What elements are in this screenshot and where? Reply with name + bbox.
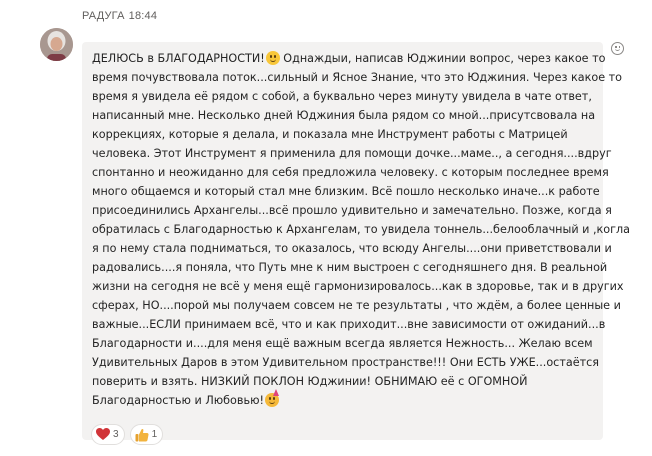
heart-reaction[interactable]: 3 (91, 424, 125, 445)
message-line: важные...ЕСЛИ принимаем всё, что и как п… (92, 318, 606, 331)
add-reaction-icon[interactable] (611, 42, 624, 55)
message-line: время почувствовала поток...сильный и Яс… (92, 71, 622, 84)
message-line: жизни на сегодня не всё у меня ещё гармо… (92, 280, 624, 293)
message-time: 18:44 (128, 10, 158, 22)
message-line: много общаемся и который стал мне близки… (92, 185, 600, 198)
message-header: РАДУГА 18:44 (82, 10, 157, 22)
message-line: присоединились Архангелы...всё прошло уд… (92, 204, 612, 217)
message-line: поверить и взять. НИЗКИЙ ПОКЛОН Юджинии!… (92, 375, 528, 388)
message-line: обратилась с Благодарностью к Архангелам… (92, 223, 631, 236)
message-line: человека. Этот Инструмент я применила дл… (92, 147, 612, 160)
partying-face-emoji-icon (264, 389, 279, 407)
sender-name[interactable]: РАДУГА (82, 10, 125, 22)
message-body: ДЕЛЮСЬ в БЛАГОДАРНОСТИ! Однаждыи, написа… (92, 49, 631, 410)
smiling-face-emoji-icon (265, 51, 280, 65)
message-line: время я увидела её рядом с собой, а букв… (92, 90, 592, 103)
message-line: Удивительных Даров в этом Удивительном п… (92, 356, 599, 369)
message-line: сферах, НО....порой мы получаем совсем н… (92, 299, 621, 312)
message-line: Благодарностью и Любовью! (92, 389, 593, 410)
thumbs-up-reaction-count: 1 (151, 429, 158, 440)
message-line: коррекциях, которые я делала, и показала… (92, 128, 568, 141)
message-line: я по нему стала подниматься, то оказалос… (92, 242, 612, 255)
sender-avatar[interactable] (40, 28, 73, 61)
message-line: написанный мне. Несколько дней Юджиния б… (92, 109, 596, 122)
message-line: радовались....я поняла, что Путь мне к н… (92, 261, 608, 274)
reactions-bar: 3 1 (91, 424, 164, 445)
message-line: спонтанно и неожиданно для себя предложи… (92, 166, 609, 179)
message-line: Благодарности и....для меня ещё важным в… (92, 337, 593, 350)
thumbs-up-reaction[interactable]: 1 (129, 424, 164, 445)
thumbs-up-icon (135, 428, 149, 441)
message-bubble: ДЕЛЮСЬ в БЛАГОДАРНОСТИ! Однаждыи, написа… (82, 42, 631, 445)
message-line: ДЕЛЮСЬ в БЛАГОДАРНОСТИ! Однаждыи, написа… (92, 51, 606, 65)
heart-icon (96, 428, 110, 440)
heart-reaction-count: 3 (113, 429, 119, 440)
